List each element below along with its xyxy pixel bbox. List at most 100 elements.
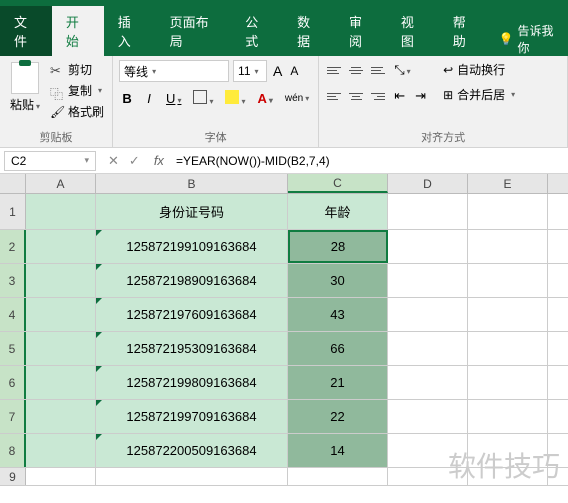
format-painter-button[interactable]: 格式刷 [48,102,106,121]
col-header-C[interactable]: C [288,174,388,193]
cell[interactable] [468,468,548,485]
cell[interactable] [388,468,468,485]
fx-icon[interactable]: fx [148,153,170,168]
cell[interactable]: 125872198909163684 [96,264,288,297]
wrap-text-button[interactable]: ↩自动换行 [441,60,517,79]
align-center-button[interactable] [347,87,365,105]
tell-me[interactable]: 💡 告诉我你 [491,22,568,56]
border-button[interactable] [190,88,216,109]
italic-button[interactable]: I [141,89,157,108]
cell[interactable] [388,264,468,297]
font-name-select[interactable]: 等线 [119,60,229,82]
tab-layout[interactable]: 页面布局 [156,6,232,56]
tab-review[interactable]: 审阅 [335,6,387,56]
col-header-D[interactable]: D [388,174,468,193]
align-left-button[interactable] [325,87,343,105]
decrease-font-icon[interactable]: A [288,64,300,78]
cell[interactable] [468,264,548,297]
cell[interactable]: 身份证号码 [96,194,288,229]
cancel-formula-icon[interactable]: ✕ [108,153,119,169]
cell-selected[interactable]: 22 [288,400,388,433]
cell[interactable]: 125872197609163684 [96,298,288,331]
cell[interactable] [26,332,96,365]
cell[interactable] [26,298,96,331]
underline-button[interactable]: U [163,89,184,108]
select-all-corner[interactable] [0,174,26,193]
row-header[interactable]: 3 [0,264,26,297]
cell[interactable] [26,194,96,229]
cell[interactable] [388,298,468,331]
paste-button[interactable]: 粘贴 [6,60,44,127]
cell[interactable] [288,468,388,485]
enter-formula-icon[interactable]: ✓ [129,153,140,169]
cell[interactable] [388,230,468,263]
merge-button[interactable]: ⊞合并后居 [441,85,517,104]
cell[interactable] [26,366,96,399]
cell[interactable]: 125872200509163684 [96,434,288,467]
phonetic-button[interactable]: wén [282,91,312,106]
cell[interactable] [468,434,548,467]
tab-view[interactable]: 视图 [387,6,439,56]
tab-file[interactable]: 文件 [0,6,52,56]
col-header-A[interactable]: A [26,174,96,193]
indent-increase-button[interactable]: ⇥ [412,86,429,106]
col-header-B[interactable]: B [96,174,288,193]
bold-button[interactable]: B [119,89,135,108]
row-header[interactable]: 6 [0,366,26,399]
cell[interactable] [388,434,468,467]
tab-formulas[interactable]: 公式 [231,6,283,56]
row-header[interactable]: 7 [0,400,26,433]
align-right-button[interactable] [369,87,387,105]
cell[interactable] [388,332,468,365]
cell[interactable] [388,400,468,433]
cell[interactable]: 125872199809163684 [96,366,288,399]
cell-selected[interactable]: 28 [288,230,388,263]
cell[interactable] [26,264,96,297]
align-middle-button[interactable] [347,61,365,79]
row-header[interactable]: 4 [0,298,26,331]
row-header[interactable]: 9 [0,468,26,485]
cut-button[interactable]: 剪切 [48,60,106,79]
cell[interactable] [468,366,548,399]
cell[interactable] [26,434,96,467]
cell[interactable] [26,400,96,433]
cell[interactable] [468,332,548,365]
tab-home[interactable]: 开始 [52,6,104,56]
fill-color-button[interactable] [222,88,248,109]
cell[interactable] [468,400,548,433]
cell[interactable] [96,468,288,485]
font-color-button[interactable]: A [254,89,275,108]
copy-button[interactable]: 复制 [48,81,106,100]
col-header-E[interactable]: E [468,174,548,193]
cell[interactable]: 125872199109163684 [96,230,288,263]
align-top-button[interactable] [325,61,343,79]
cell[interactable]: 125872199709163684 [96,400,288,433]
cell[interactable] [26,468,96,485]
cell[interactable]: 125872195309163684 [96,332,288,365]
font-size-select[interactable]: 11 [233,60,267,82]
cell[interactable]: 年龄 [288,194,388,229]
increase-font-icon[interactable]: A [271,63,284,79]
formula-input[interactable]: =YEAR(NOW())-MID(B2,7,4) [170,154,568,168]
tab-data[interactable]: 数据 [283,6,335,56]
row-header[interactable]: 2 [0,230,26,263]
row-header[interactable]: 5 [0,332,26,365]
cell-selected[interactable]: 30 [288,264,388,297]
cell[interactable] [468,194,548,229]
cell-selected[interactable]: 21 [288,366,388,399]
cell[interactable] [26,230,96,263]
cell[interactable] [388,194,468,229]
orientation-button[interactable]: ⤡ [391,60,413,80]
row-header[interactable]: 8 [0,434,26,467]
cell-selected[interactable]: 66 [288,332,388,365]
tab-insert[interactable]: 插入 [104,6,156,56]
cell-selected[interactable]: 43 [288,298,388,331]
cell[interactable] [468,298,548,331]
align-bottom-button[interactable] [369,61,387,79]
name-box[interactable]: C2▾ [4,151,96,171]
cell[interactable] [388,366,468,399]
cell-selected[interactable]: 14 [288,434,388,467]
row-header[interactable]: 1 [0,194,26,229]
tab-help[interactable]: 帮助 [439,6,491,56]
cell[interactable] [468,230,548,263]
